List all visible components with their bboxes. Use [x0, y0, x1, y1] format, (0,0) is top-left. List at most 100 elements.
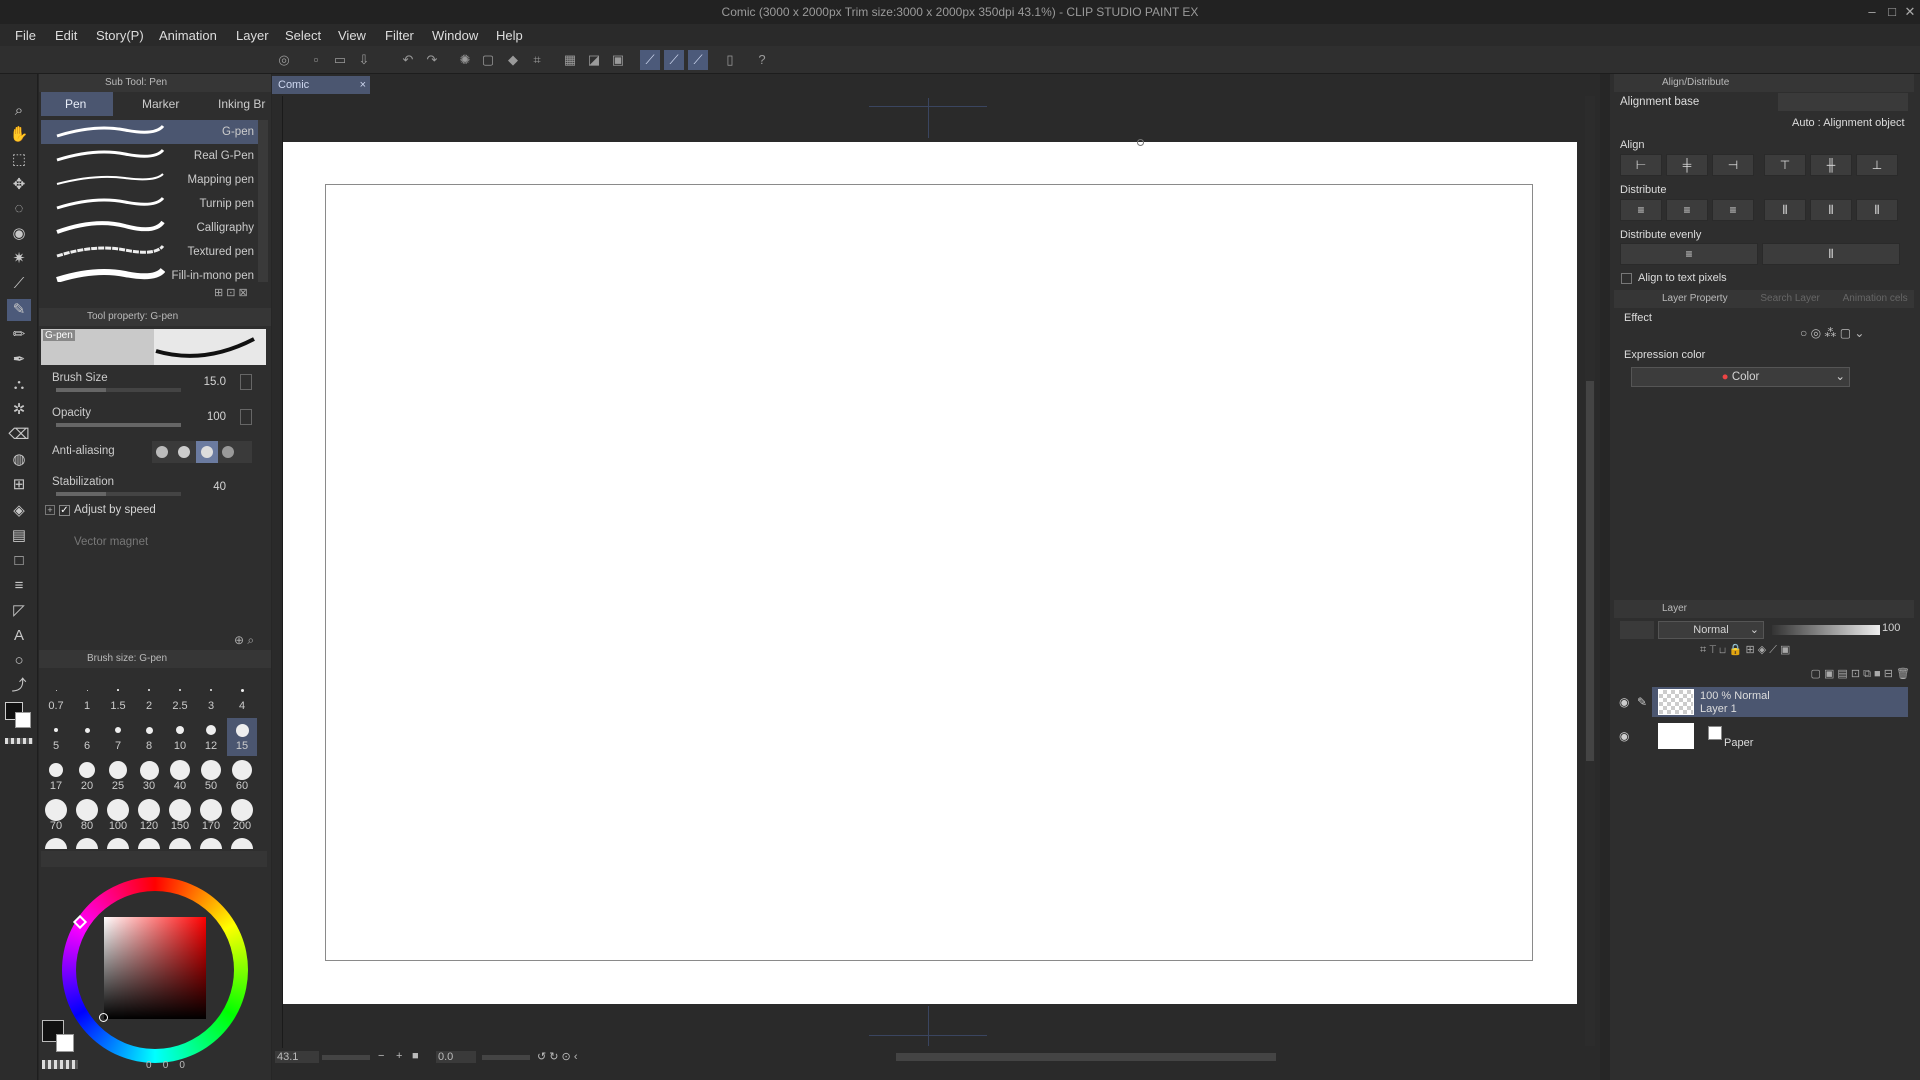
balloon-icon[interactable]: ○ — [7, 650, 31, 672]
sub-color-swatch[interactable] — [15, 712, 31, 728]
distribute-evenly-horizontal-button[interactable]: ⦀ — [1762, 243, 1900, 265]
effect-icons[interactable]: ○ ◎ ⁂ ▢ ⌄ — [1800, 326, 1905, 344]
pencil-tool-icon[interactable]: ✏ — [7, 324, 31, 346]
brush-size-pressure-icon[interactable] — [240, 374, 252, 390]
layer-color-selector[interactable] — [1620, 621, 1654, 639]
decoration-icon[interactable]: ✲ — [7, 399, 31, 421]
opacity-pressure-icon[interactable] — [240, 409, 252, 425]
fill-icon[interactable]: ◆ — [503, 50, 523, 70]
save-icon[interactable]: ⇩ — [354, 50, 374, 70]
blend-icon[interactable]: ◍ — [7, 449, 31, 471]
stabilization-value[interactable]: 40 — [200, 481, 226, 493]
rotate-icons[interactable]: ↺ ↻ ⊙ ‹ — [537, 1050, 577, 1063]
layer-panel-tab[interactable]: Layer — [1662, 603, 1687, 614]
grid-snap-icon[interactable]: ⟋ — [688, 50, 708, 70]
brush-size-cell[interactable]: 200 — [227, 798, 257, 836]
sub-tool-g-pen[interactable]: G-pen — [41, 120, 258, 144]
color-panel-tabs[interactable] — [41, 851, 267, 867]
transform-icon[interactable]: ⌗ — [527, 50, 547, 70]
menu-layer[interactable]: Layer — [236, 28, 269, 43]
hand-tool-icon[interactable]: ✋ — [7, 124, 31, 146]
search-layer-tab[interactable]: Search Layer — [1760, 293, 1819, 304]
invert-selection-icon[interactable]: ◪ — [584, 50, 604, 70]
lasso-icon[interactable]: ◌ — [7, 198, 31, 220]
brush-size-cell[interactable]: 17 — [41, 758, 71, 796]
deselect-icon[interactable]: ▦ — [560, 50, 580, 70]
sub-tool-real-g-pen[interactable]: Real G-Pen — [41, 144, 258, 168]
menu-help[interactable]: Help — [496, 28, 523, 43]
layer-property-tab[interactable]: Layer Property — [1662, 293, 1728, 304]
brush-size-cell[interactable]: 7 — [103, 718, 133, 756]
brush-size-cell[interactable]: 40 — [165, 758, 195, 796]
menu-filter[interactable]: Filter — [385, 28, 414, 43]
vertical-scrollbar[interactable] — [1585, 96, 1595, 1046]
opacity-value[interactable]: 100 — [190, 411, 226, 423]
brush-size-cell[interactable]: 8 — [134, 718, 164, 756]
brush-size-cell[interactable]: 70 — [41, 798, 71, 836]
angle-field[interactable]: 0.0 — [436, 1051, 476, 1063]
operation-tool-icon[interactable]: ⬚ — [7, 149, 31, 171]
align-center-h-button[interactable]: ╪ — [1666, 154, 1708, 176]
zoom-in-icon[interactable]: + — [396, 1050, 402, 1062]
open-folder-icon[interactable]: ▭ — [330, 50, 350, 70]
anti-aliasing-selector[interactable] — [152, 441, 252, 463]
opacity-slider[interactable] — [56, 423, 181, 427]
eye-icon[interactable]: ◉ — [1619, 729, 1629, 743]
special-ruler-snap-icon[interactable]: ⟋ — [664, 50, 684, 70]
document-close-icon[interactable]: × — [360, 76, 366, 94]
brush-size-cell[interactable]: 150 — [165, 798, 195, 836]
horizontal-scrollbar[interactable] — [896, 1053, 1276, 1061]
gradient-icon[interactable]: ▤ — [7, 525, 31, 547]
distribute-evenly-vertical-button[interactable]: ≡ — [1620, 243, 1758, 265]
sub-tool-actions[interactable]: ⊞ ⊡ ⊠ — [214, 286, 248, 299]
fill-tool-icon[interactable]: ◈ — [7, 500, 31, 522]
saturation-value-square[interactable] — [104, 917, 206, 1019]
brush-size-cell[interactable]: 1.5 — [103, 678, 133, 716]
sub-tool-mapping-pen[interactable]: Mapping pen — [41, 168, 258, 192]
frame-border-icon[interactable]: ⊞ — [7, 474, 31, 496]
clear-icon[interactable]: ▢ — [478, 50, 498, 70]
eraser-icon[interactable]: ⌫ — [7, 424, 31, 446]
brush-size-cell[interactable]: 15 — [227, 718, 257, 756]
distribute-top-button[interactable]: ≡ — [1620, 199, 1662, 221]
brush-size-cell[interactable]: 3 — [196, 678, 226, 716]
align-top-button[interactable]: ⊤ — [1764, 154, 1806, 176]
brush-size-cell[interactable]: 50 — [196, 758, 226, 796]
layer-lock-icons[interactable]: ⌗ ⊤ ⊔ 🔒 ⊞ ◈ ⟋ ▣ — [1700, 643, 1910, 659]
expand-icon[interactable]: + — [45, 505, 55, 515]
menu-select[interactable]: Select — [285, 28, 321, 43]
text-tool-icon[interactable]: A — [7, 625, 31, 647]
pen-tool-icon[interactable]: ✎ — [7, 299, 31, 321]
rotate-slider[interactable] — [482, 1055, 530, 1060]
clip-studio-icon[interactable]: ◎ — [274, 50, 294, 70]
sub-tool-scrollbar[interactable] — [258, 120, 268, 282]
transparent-icon[interactable] — [42, 1060, 78, 1069]
zoom-tool-icon[interactable]: ⌕ — [7, 100, 31, 122]
transparent-color-icon[interactable] — [5, 738, 33, 744]
brush-tool-icon[interactable]: ✒ — [7, 349, 31, 371]
align-text-pixels-checkbox[interactable] — [1621, 273, 1632, 284]
distribute-left-button[interactable]: ⦀ — [1764, 199, 1806, 221]
menu-edit[interactable]: Edit — [55, 28, 77, 43]
distribute-center-button[interactable]: ⦀ — [1810, 199, 1852, 221]
expression-color-dropdown[interactable]: ● Color ⌄ — [1631, 367, 1850, 387]
eye-icon[interactable]: ◉ — [1619, 695, 1629, 709]
brush-size-cell[interactable]: 1 — [72, 678, 102, 716]
brush-size-value[interactable]: 15.0 — [190, 376, 226, 388]
layer-action-icons[interactable]: ▢ ▣ ▤ ⊡ ⧉ ■ ⊟ 🗑 — [1620, 667, 1910, 683]
brush-size-cell[interactable]: 20 — [72, 758, 102, 796]
brush-size-cell[interactable]: 2 — [134, 678, 164, 716]
figure-icon[interactable]: □ — [7, 550, 31, 572]
sub-tool-turnip-pen[interactable]: Turnip pen — [41, 192, 258, 216]
menu-animation[interactable]: Animation — [159, 28, 217, 43]
selection-crop-icon[interactable]: ▣ — [608, 50, 628, 70]
zoom-slider[interactable] — [322, 1055, 370, 1060]
brush-size-cell[interactable]: 2.5 — [165, 678, 195, 716]
maximize-button[interactable]: □ — [1882, 2, 1902, 22]
eyedropper-icon[interactable]: ⟋ — [7, 273, 31, 295]
brush-size-slider[interactable] — [56, 388, 181, 392]
zoom-out-icon[interactable]: − — [378, 1050, 384, 1062]
animation-cels-tab[interactable]: Animation cels — [1843, 293, 1908, 304]
brush-size-cell[interactable]: 4 — [227, 678, 257, 716]
undo-icon[interactable]: ↶ — [398, 50, 418, 70]
